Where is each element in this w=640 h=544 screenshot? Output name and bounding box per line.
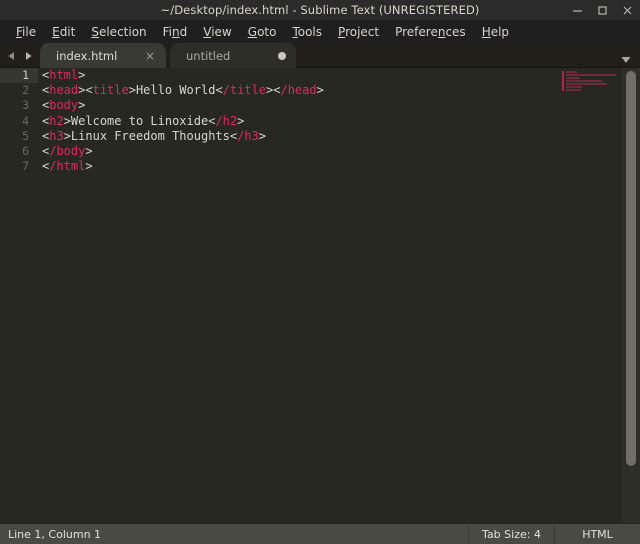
- code-line[interactable]: <h2>Welcome to Linoxide</h2>: [42, 114, 560, 129]
- minimap-line: [566, 80, 603, 82]
- menu-item-selection[interactable]: Selection: [83, 23, 154, 41]
- maximize-icon[interactable]: [596, 4, 609, 17]
- token-tag: /html: [49, 159, 86, 174]
- token-punc: <: [215, 83, 223, 98]
- triangle-left-icon[interactable]: [6, 48, 17, 62]
- menu-item-goto[interactable]: Goto: [240, 23, 285, 41]
- token-tag: h2: [49, 113, 64, 128]
- menu-item-preferences[interactable]: Preferences: [387, 23, 474, 41]
- token-tag: title: [92, 83, 129, 98]
- sublime-text-window: ~/Desktop/index.html - Sublime Text (UNR…: [0, 0, 640, 544]
- scrollbar-thumb[interactable]: [626, 71, 636, 466]
- menu-item-find[interactable]: Find: [155, 23, 196, 41]
- tab-label: index.html: [56, 48, 118, 63]
- menu-item-help[interactable]: Help: [474, 23, 517, 41]
- token-tag: h3: [49, 128, 64, 143]
- tab-untitled[interactable]: untitled: [170, 43, 296, 68]
- code-line[interactable]: <body>: [42, 98, 560, 113]
- tab-navigation: [6, 48, 34, 62]
- token-punc: >: [85, 143, 93, 158]
- line-number: 5: [22, 128, 29, 143]
- token-punc: >: [63, 113, 71, 128]
- vertical-scrollbar[interactable]: [622, 68, 640, 523]
- minimap-line: [566, 77, 580, 79]
- token-punc: >: [63, 128, 71, 143]
- tab-label: untitled: [186, 48, 231, 63]
- token-punc: >: [78, 68, 86, 82]
- token-punc: ><: [266, 83, 281, 98]
- token-tag: head: [49, 83, 79, 98]
- token-punc: >: [316, 83, 324, 98]
- cursor-position: Line 1, Column 1: [8, 527, 102, 541]
- menu-item-view[interactable]: View: [195, 23, 239, 41]
- close-icon[interactable]: [621, 4, 634, 17]
- unsaved-dot-icon[interactable]: [278, 51, 286, 60]
- window-title: ~/Desktop/index.html - Sublime Text (UNR…: [160, 3, 480, 17]
- token-tag: /h3: [237, 128, 259, 143]
- minimap-line: [566, 86, 582, 88]
- token-punc: >: [258, 128, 267, 143]
- minimap[interactable]: [562, 68, 622, 523]
- title-bar: ~/Desktop/index.html - Sublime Text (UNR…: [0, 0, 640, 21]
- token-text: Hello World: [135, 83, 216, 98]
- minimap-line: [566, 71, 578, 73]
- code-line[interactable]: </body>: [42, 144, 560, 159]
- line-number: 7: [22, 159, 29, 174]
- line-number: 6: [22, 143, 29, 158]
- line-number-gutter: 1234567: [0, 68, 38, 523]
- chevron-down-icon[interactable]: [620, 50, 632, 63]
- token-punc: >: [78, 98, 86, 113]
- token-punc: >: [237, 113, 245, 128]
- tab-index-html[interactable]: index.html ×: [40, 43, 166, 68]
- triangle-right-icon[interactable]: [23, 48, 34, 62]
- code-content[interactable]: <html> <head><title>Hello World</title></…: [42, 68, 560, 174]
- menu-item-file[interactable]: File: [8, 23, 44, 41]
- tab-size-status[interactable]: Tab Size: 4: [468, 524, 554, 544]
- token-punc: >: [128, 83, 136, 98]
- tab-strip: index.html × untitled: [40, 43, 296, 68]
- token-text: Welcome to Linoxide: [70, 113, 209, 128]
- menu-item-project[interactable]: Project: [330, 23, 387, 41]
- status-bar: Line 1, Column 1 Tab Size: 4 HTML: [0, 523, 640, 544]
- minimap-lines: [566, 71, 618, 92]
- minimap-line: [566, 83, 607, 85]
- menu-bar: File Edit Selection Find View Goto Tools Projec…: [0, 21, 640, 43]
- syntax-mode-status[interactable]: HTML: [554, 524, 640, 544]
- menu-item-tools[interactable]: Tools: [284, 23, 330, 41]
- token-punc: >: [85, 159, 93, 174]
- tab-bar: index.html × untitled: [0, 43, 640, 68]
- code-line[interactable]: <head><title>Hello World</title></head>: [42, 83, 560, 98]
- token-tag: /head: [280, 83, 317, 98]
- token-tag: /h2: [215, 113, 238, 128]
- token-tag: /body: [49, 143, 86, 158]
- token-text: Linux Freedom Thoughts: [70, 128, 230, 143]
- code-line[interactable]: <h3>Linux Freedom Thoughts</h3>: [42, 129, 560, 144]
- line-number: 2: [22, 83, 29, 98]
- token-tag: /title: [222, 83, 267, 98]
- tab-close-icon[interactable]: ×: [144, 50, 156, 62]
- window-controls: [571, 0, 634, 20]
- line-number: 4: [22, 113, 29, 128]
- line-number: 3: [22, 98, 29, 113]
- editor-area[interactable]: 1234567 <html> <head><title>Hello World</…: [0, 68, 640, 523]
- minimap-line: [566, 89, 581, 91]
- minimap-line: [566, 74, 616, 76]
- minimize-icon[interactable]: [571, 4, 584, 17]
- menu-item-edit[interactable]: Edit: [44, 23, 83, 41]
- code-line[interactable]: <html>: [42, 68, 560, 83]
- line-number: 1: [0, 68, 38, 84]
- token-punc: ><: [78, 83, 93, 98]
- minimap-marker: [562, 71, 564, 91]
- code-line[interactable]: </html>: [42, 159, 560, 174]
- token-tag: html: [49, 68, 79, 82]
- token-tag: body: [49, 98, 79, 113]
